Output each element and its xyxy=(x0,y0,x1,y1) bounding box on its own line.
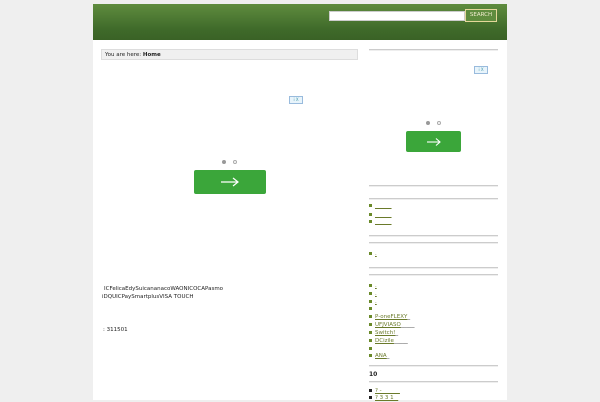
bullet-icon xyxy=(369,315,372,318)
sidebar-link-item[interactable]: DCizile_____ xyxy=(369,338,408,345)
sidebar-link[interactable]: . xyxy=(375,283,377,289)
bullet-icon xyxy=(369,354,372,357)
sidebar-link[interactable]: . xyxy=(375,251,377,257)
sidebar-divider xyxy=(369,381,498,383)
sidebar-link[interactable]: Switch! xyxy=(375,330,395,336)
sidebar-link[interactable]: . xyxy=(375,291,377,297)
sidebar-link-item[interactable]: UFJVIASO_____ xyxy=(369,322,415,329)
bullet-icon xyxy=(369,204,372,207)
link-underline: _____ xyxy=(393,338,408,344)
sidebar-link-item[interactable]: . xyxy=(369,251,377,258)
arrow-right-icon xyxy=(221,177,239,187)
sidebar-heading: 10 xyxy=(369,371,378,378)
sidebar-link-item[interactable]: ______ xyxy=(369,212,392,219)
sidebar-divider xyxy=(369,274,498,276)
bullet-icon xyxy=(369,347,372,350)
sidebar-divider xyxy=(369,242,498,244)
carousel-dot[interactable] xyxy=(233,160,237,164)
bullet-icon xyxy=(369,284,372,287)
content-wrapper: You are here: Home i X ICFelicaEdySuican… xyxy=(93,40,507,402)
sidebar-link-item[interactable]: ? - ______ xyxy=(369,388,400,395)
link-underline: _ xyxy=(407,314,411,320)
search-button[interactable]: SEARCH xyxy=(465,9,497,22)
sidebar-divider xyxy=(369,267,498,269)
link-underline: _____ xyxy=(400,322,415,328)
sidebar-link-item[interactable]: ? 3 3 1 _ xyxy=(369,395,398,402)
sidebar-link[interactable]: ______ xyxy=(375,212,392,218)
bullet-icon xyxy=(369,252,372,255)
sidebar-link-item[interactable] xyxy=(369,346,375,353)
sidebar-divider xyxy=(369,198,498,200)
sidebar-link-item[interactable]: ______ xyxy=(369,203,392,210)
site-header: SEARCH xyxy=(93,4,507,40)
sidebar-divider xyxy=(369,49,498,51)
bullet-icon xyxy=(369,307,372,310)
sidebar-link[interactable]: UFJVIASO xyxy=(375,322,401,328)
sidebar-link-item[interactable]: . xyxy=(369,299,377,306)
bullet-icon xyxy=(369,339,372,342)
sidebar-link[interactable]: ? 3 3 1 _ xyxy=(375,395,398,401)
carousel-dot-active[interactable] xyxy=(222,160,226,164)
sidebar-divider xyxy=(369,235,498,237)
sidebar-link[interactable]: ______ xyxy=(375,219,392,225)
sidebar-carousel-dot[interactable] xyxy=(437,121,441,125)
sidebar-link[interactable]: ______ xyxy=(375,203,392,209)
sidebar-link-item[interactable]: . xyxy=(369,291,377,298)
breadcrumb: You are here: Home xyxy=(101,49,358,60)
sidebar-divider xyxy=(369,185,498,187)
sidebar-link-item[interactable]: ANA_ xyxy=(369,353,389,360)
arrow-right-icon xyxy=(426,137,441,146)
bullet-icon xyxy=(369,220,372,223)
sidebar-link[interactable]: . xyxy=(375,299,377,305)
sidebar-link[interactable]: P-oneFLEXY xyxy=(375,314,407,320)
bullet-icon xyxy=(369,300,372,303)
sidebar-link-item[interactable]: P-oneFLEXY_ xyxy=(369,314,410,321)
breadcrumb-current[interactable]: Home xyxy=(143,52,161,58)
bullet-icon xyxy=(369,331,372,334)
link-underline: _ xyxy=(395,330,399,336)
sidebar-ad-next-button[interactable] xyxy=(406,131,461,152)
sidebar-carousel-dot-active[interactable] xyxy=(426,121,430,125)
sidebar-link[interactable]: ? - ______ xyxy=(375,388,400,394)
sidebar-link-item[interactable]: Switch!_ xyxy=(369,330,398,337)
breadcrumb-prefix: You are here: xyxy=(105,52,142,58)
bullet-icon xyxy=(369,323,372,326)
sidebar-link-item[interactable]: . xyxy=(369,283,377,290)
bullet-icon xyxy=(369,396,372,399)
body-text-line1: ICFelicaEdySuicananacoWAONICOCAPasmo xyxy=(104,286,224,292)
sidebar-link-item[interactable] xyxy=(369,306,375,313)
search-input[interactable] xyxy=(329,11,465,21)
link-underline: _ xyxy=(386,353,390,359)
adchoices-icon[interactable]: i X xyxy=(289,96,303,104)
body-text-line3: : 311501 xyxy=(103,327,128,333)
sidebar-link-item[interactable]: ______ xyxy=(369,219,392,226)
sidebar-adchoices-icon[interactable]: i X xyxy=(474,66,488,74)
ad-next-button[interactable] xyxy=(194,170,266,194)
bullet-icon xyxy=(369,389,372,392)
bullet-icon xyxy=(369,292,372,295)
sidebar-link[interactable]: ANA xyxy=(375,353,387,359)
sidebar-divider xyxy=(369,365,498,367)
body-text-line2: iDQUICPaySmartplusVISA TOUCH xyxy=(102,294,194,300)
bullet-icon xyxy=(369,213,372,216)
sidebar-link[interactable]: DCizile xyxy=(375,338,394,344)
